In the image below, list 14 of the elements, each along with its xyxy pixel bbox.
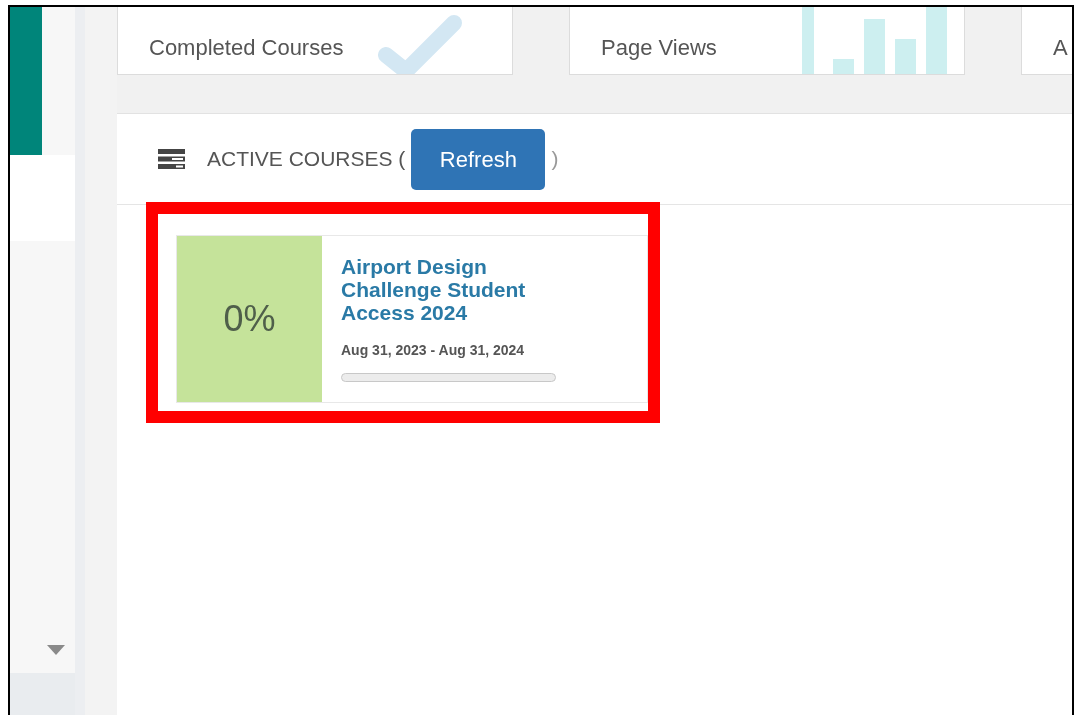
stat-label: Page Views: [601, 34, 717, 62]
closing-paren: ): [551, 146, 559, 173]
scroll-down-icon[interactable]: [47, 645, 65, 655]
refresh-button[interactable]: Refresh: [411, 128, 546, 190]
course-card[interactable]: 0% Airport Design Challenge Student Access 2024 Aug 31, 2023 - Aug 31, 2024: [176, 235, 648, 403]
course-title-link[interactable]: Airport Design Challenge Student Access 2024: [341, 255, 571, 324]
course-dates: Aug 31, 2023 - Aug 31, 2024: [341, 341, 526, 360]
stat-label: Completed Courses: [149, 34, 344, 62]
section-heading: ACTIVE COURSES (: [207, 146, 406, 173]
progress-percent: 0%: [223, 297, 276, 341]
sidebar-footer: [10, 673, 75, 715]
stat-label: A: [1053, 34, 1068, 62]
checkmark-icon: [378, 15, 462, 74]
list-icon: [158, 149, 185, 169]
